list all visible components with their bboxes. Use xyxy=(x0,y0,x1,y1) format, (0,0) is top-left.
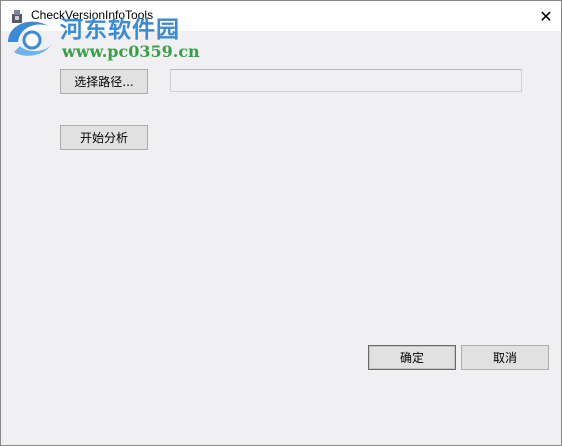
cancel-button[interactable]: 取消 xyxy=(461,345,549,370)
window-title: CheckVersionInfoTools xyxy=(31,8,154,22)
ok-button[interactable]: 确定 xyxy=(368,345,456,370)
title-bar[interactable]: CheckVersionInfoTools ✕ xyxy=(1,1,561,31)
app-icon xyxy=(9,8,25,24)
close-icon: ✕ xyxy=(539,6,553,26)
close-button[interactable]: ✕ xyxy=(531,1,561,31)
main-window: CheckVersionInfoTools ✕ 选择路径... 开始分析 确定 … xyxy=(0,0,562,446)
start-analysis-button[interactable]: 开始分析 xyxy=(60,125,148,150)
select-path-button[interactable]: 选择路径... xyxy=(60,69,148,94)
path-field[interactable] xyxy=(170,69,522,92)
